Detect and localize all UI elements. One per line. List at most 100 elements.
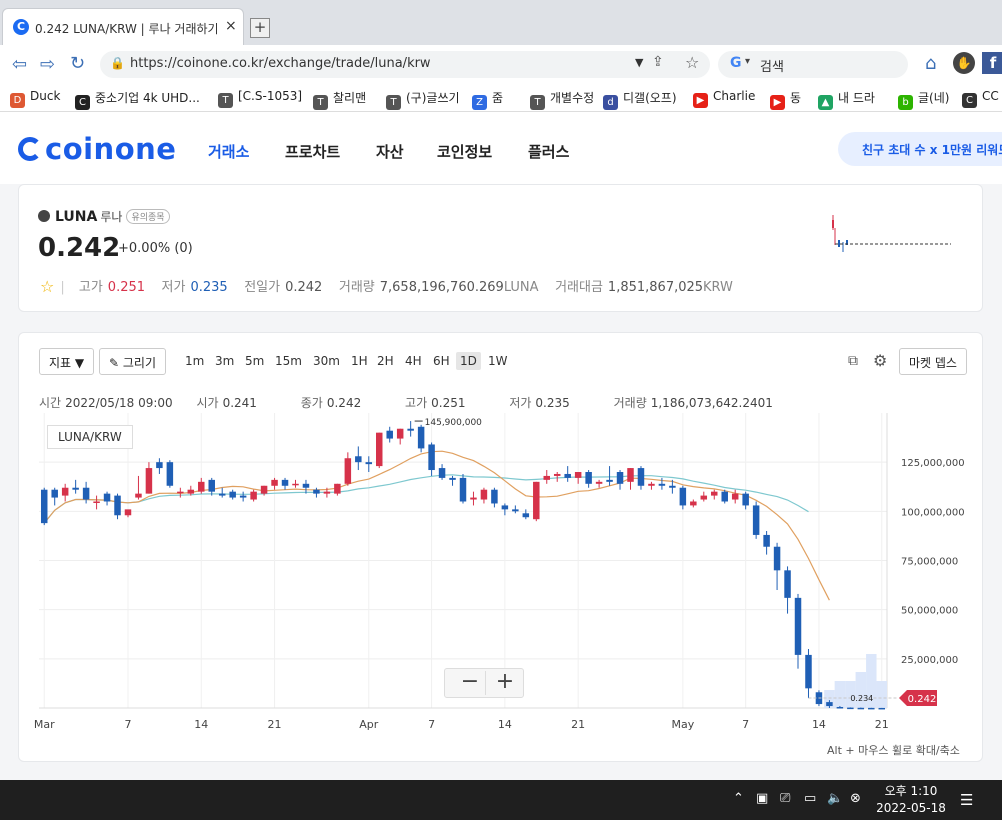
bookmark-item[interactable]: ▶ Charlie bbox=[693, 89, 755, 108]
candle-body bbox=[145, 468, 153, 494]
zoom-controls: − + bbox=[444, 668, 524, 698]
tray-close-icon[interactable]: ⊗ bbox=[850, 791, 861, 806]
back-icon[interactable]: ⇦ bbox=[12, 54, 27, 75]
bookmark-item[interactable]: D Duck bbox=[10, 89, 60, 108]
bookmark-item[interactable]: T 개별수정 bbox=[530, 89, 594, 110]
extension-icon[interactable]: ✋ bbox=[953, 52, 975, 74]
timeframe-15m[interactable]: 15m bbox=[271, 352, 306, 370]
url-text[interactable]: https://coinone.co.kr/exchange/trade/lun… bbox=[130, 56, 431, 71]
candle-body bbox=[438, 468, 446, 478]
new-tab-button[interactable]: + bbox=[250, 18, 270, 38]
tray-app-icon[interactable]: ▣ bbox=[756, 791, 768, 806]
bookmark-label: 개별수정 bbox=[550, 91, 595, 105]
browser-tabbar: C 0.242 LUNA/KRW | 루나 거래하기 × + bbox=[0, 0, 1002, 45]
candle-body bbox=[512, 509, 519, 512]
candle-body bbox=[239, 495, 247, 498]
market-depth-button[interactable]: 마켓 뎁스 bbox=[899, 348, 967, 375]
candle-body bbox=[752, 505, 760, 535]
candle-body bbox=[449, 477, 456, 480]
coin-stats: ☆ | 고가 0.251 저가 0.235 전일가 0.242 거래량 7,658,196… bbox=[40, 276, 733, 296]
browser-navbar: ⇦ ⇨ ↻ 🔒 https://coinone.co.kr/exchange/t… bbox=[0, 45, 1002, 83]
tray-device-icon[interactable]: ⎚ bbox=[780, 791, 790, 806]
reload-icon[interactable]: ↻ bbox=[70, 53, 85, 74]
timeframe-5m[interactable]: 5m bbox=[241, 352, 268, 370]
zoom-in-button[interactable]: + bbox=[490, 669, 520, 694]
y-tick-label: 75,000,000 bbox=[901, 557, 958, 568]
timeframe-3m[interactable]: 3m bbox=[211, 352, 238, 370]
bookmark-label: 디갤(오프) bbox=[623, 91, 677, 105]
network-icon[interactable]: ▭ bbox=[804, 791, 816, 806]
timeframe-1m[interactable]: 1m bbox=[181, 352, 208, 370]
bookmark-item[interactable]: Z줌 bbox=[472, 89, 503, 110]
search-label: 검색 bbox=[760, 60, 784, 75]
settings-gear-icon[interactable]: ⚙ bbox=[873, 351, 887, 370]
y-tick-label: 50,000,000 bbox=[901, 606, 958, 617]
coin-name: 루나 bbox=[100, 210, 123, 224]
timeframe-1w[interactable]: 1W bbox=[484, 352, 512, 370]
tab-close-icon[interactable]: × bbox=[225, 18, 237, 34]
timeframe-4h[interactable]: 4H bbox=[401, 352, 426, 370]
menu-prochart[interactable]: 프로차트 bbox=[285, 141, 340, 162]
browser-tab-active[interactable]: C 0.242 LUNA/KRW | 루나 거래하기 × bbox=[2, 8, 244, 45]
share-icon[interactable]: ⇪ bbox=[652, 54, 664, 70]
candle-body bbox=[292, 483, 299, 486]
popout-icon[interactable]: ⧉ bbox=[848, 353, 858, 369]
candle-body bbox=[313, 489, 320, 494]
timeframe-2h[interactable]: 2H bbox=[373, 352, 398, 370]
candle-body bbox=[187, 489, 195, 494]
timeframe-6h[interactable]: 6H bbox=[429, 352, 454, 370]
bookmark-item[interactable]: b 글(네) bbox=[898, 89, 949, 110]
volume-bar bbox=[876, 681, 887, 708]
search-engine-dropdown-icon[interactable]: ▾ bbox=[745, 56, 750, 67]
bookmark-item[interactable]: T 찰리맨 bbox=[313, 89, 366, 110]
facebook-icon[interactable]: f bbox=[982, 52, 1002, 74]
volume-label: 거래량 bbox=[338, 280, 375, 295]
candle-body bbox=[553, 473, 561, 476]
candle-body bbox=[386, 430, 393, 439]
bookmark-label: 동 bbox=[790, 91, 802, 105]
tray-expand-icon[interactable]: ⌃ bbox=[733, 791, 744, 806]
candle-body bbox=[376, 432, 383, 467]
candle-body bbox=[878, 707, 886, 710]
x-tick-label: Apr bbox=[359, 718, 379, 731]
forward-icon[interactable]: ⇨ bbox=[40, 54, 55, 75]
google-search-box[interactable]: G ▾ 검색 bbox=[718, 51, 908, 78]
bookmark-label: 글(네) bbox=[918, 91, 950, 105]
bookmark-item[interactable]: C CC bbox=[962, 89, 999, 108]
promo-banner[interactable]: 친구 초대 수 x 1만원 리워드 bbox=[838, 132, 1002, 166]
bookmark-item[interactable]: ▲ 내 드라 bbox=[818, 89, 875, 110]
candle-body bbox=[669, 485, 676, 488]
menu-plus[interactable]: 플러스 bbox=[528, 141, 569, 162]
bookmark-item[interactable]: d 디갤(오프) bbox=[603, 89, 677, 110]
candle-body bbox=[491, 489, 498, 504]
favorite-star-icon[interactable]: ☆ bbox=[40, 277, 54, 296]
menu-coin-info[interactable]: 코인정보 bbox=[437, 141, 492, 162]
bookmark-item[interactable]: C 중소기업 4k UHD... bbox=[75, 89, 200, 110]
home-icon[interactable]: ⌂ bbox=[925, 53, 936, 74]
bookmark-item[interactable]: ▶ 동 bbox=[770, 89, 801, 110]
candle-body bbox=[731, 493, 739, 500]
candle-body bbox=[260, 485, 268, 494]
zoom-out-button[interactable]: − bbox=[455, 669, 485, 694]
coinone-logo[interactable]: coinone bbox=[18, 132, 176, 166]
bookmark-star-icon[interactable]: ☆ bbox=[685, 53, 699, 72]
indicator-button[interactable]: 지표 ▼ bbox=[39, 348, 95, 375]
menu-exchange[interactable]: 거래소 bbox=[208, 141, 249, 162]
timeframe-30m[interactable]: 30m bbox=[309, 352, 344, 370]
dropdown-icon[interactable]: ▼ bbox=[635, 56, 643, 69]
address-bar[interactable]: 🔒 https://coinone.co.kr/exchange/trade/l… bbox=[100, 51, 710, 78]
price-change: +0.00% (0) bbox=[118, 241, 193, 256]
bookmark-label: Charlie bbox=[713, 89, 756, 103]
candle-body bbox=[868, 707, 875, 710]
timeframe-1d[interactable]: 1D bbox=[456, 352, 481, 370]
bookmark-item[interactable]: T [C.S-1053] bbox=[218, 89, 302, 108]
draw-button[interactable]: ✎ 그리기 bbox=[99, 348, 166, 375]
y-tick-label: 25,000,000 bbox=[901, 655, 958, 666]
volume-icon[interactable]: 🔈 bbox=[827, 791, 843, 806]
timeframe-1h[interactable]: 1H bbox=[347, 352, 372, 370]
notification-icon[interactable]: ☰ bbox=[960, 791, 973, 809]
system-clock[interactable]: 오후 1:10 2022-05-18 bbox=[866, 783, 956, 817]
x-tick-label: Mar bbox=[34, 718, 55, 731]
menu-assets[interactable]: 자산 bbox=[376, 141, 404, 162]
bookmark-item[interactable]: T (구)글쓰기 bbox=[386, 89, 460, 110]
